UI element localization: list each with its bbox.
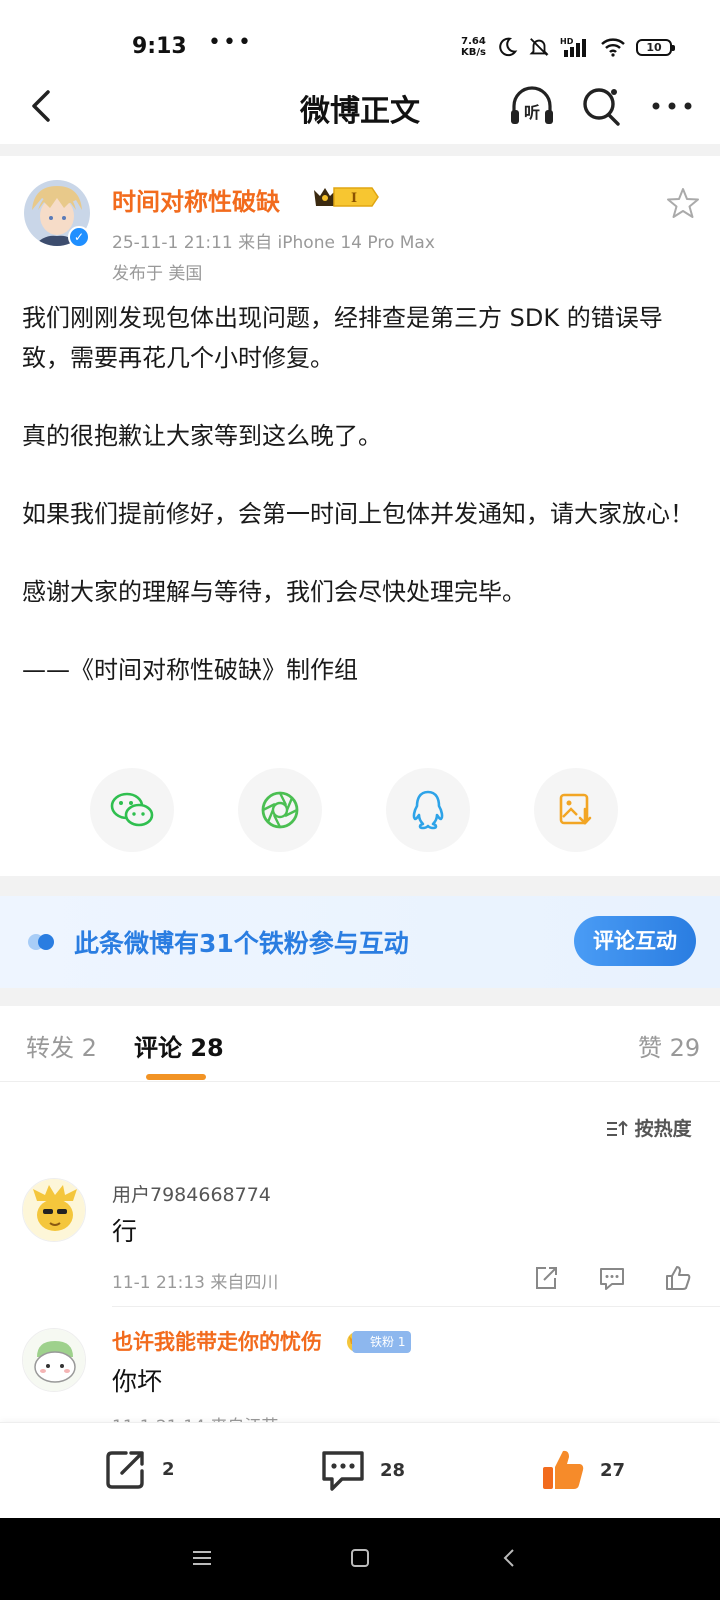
post-paragraph: 如果我们提前修好，会第一时间上包体并发通知，请大家放心！: [22, 500, 694, 528]
fans-banner-text: 此条微博有31个铁粉参与互动: [74, 929, 409, 958]
like-button[interactable]: 27: [540, 1447, 625, 1493]
section-divider: [0, 144, 720, 156]
share-moments-button[interactable]: [238, 768, 322, 852]
top-nav-bar: 微博正文 听: [0, 66, 720, 144]
tab-repost[interactable]: 转发 2: [26, 1028, 97, 1063]
verified-badge-icon: ✓: [68, 226, 90, 248]
section-divider: [0, 988, 720, 1006]
commenter-avatar-image: [23, 1329, 85, 1391]
headphones-icon: 听: [511, 86, 553, 124]
sort-label: 按热度: [634, 1118, 692, 1140]
bell-muted-icon: [529, 38, 549, 56]
save-image-button[interactable]: [534, 768, 618, 852]
commenter-avatar-image: [23, 1179, 85, 1241]
post-paragraph: 真的很抱歉让大家等到这么晚了。: [22, 422, 382, 450]
tab-comment[interactable]: 评论 28: [134, 1028, 224, 1063]
post-paragraph: 我们刚刚发现包体出现问题，经排查是第三方 SDK 的错误导致，需要再花几个小时修…: [22, 304, 663, 372]
post-tabs: 转发 2 评论 28 赞 29: [0, 1006, 720, 1082]
sort-by-hot-button[interactable]: 按热度: [606, 1114, 692, 1141]
tab-like[interactable]: 赞 29: [638, 1028, 700, 1063]
author-name[interactable]: 时间对称性破缺: [112, 182, 280, 217]
save-image-icon: [559, 793, 592, 825]
post-paragraph: ——《时间对称性破缺》制作组: [22, 656, 358, 684]
signal-icon: HD: [560, 37, 586, 57]
fan-level-badge: 铁粉 1: [352, 1331, 412, 1353]
post-meta: 25-11-1 21:11 来自 iPhone 14 Pro Max: [112, 233, 435, 253]
repost-button[interactable]: 2: [104, 1447, 175, 1491]
comment-bubble-icon: [322, 1451, 364, 1491]
network-speed: 7.64 KB/s: [461, 36, 486, 58]
fans-bubble-icon: [28, 934, 54, 950]
post-location: 发布于 美国: [112, 264, 203, 284]
back-triangle-icon[interactable]: [498, 1546, 522, 1570]
repost-count: 2: [162, 1458, 175, 1480]
share-wechat-button[interactable]: [90, 768, 174, 852]
thumbs-up-icon: [543, 1450, 584, 1489]
status-icons: 7.64 KB/s HD 10: [461, 36, 675, 58]
commenter-name[interactable]: 用户7984668774: [112, 1180, 271, 1207]
network-speed-value: 7.64: [461, 36, 486, 47]
share-qq-button[interactable]: [386, 768, 470, 852]
comment-text: 行: [112, 1217, 138, 1246]
comment-button[interactable]: 28: [320, 1447, 405, 1493]
favorite-star-icon[interactable]: [666, 186, 700, 220]
status-more-dots: •••: [208, 30, 253, 55]
home-square-icon[interactable]: [348, 1546, 372, 1570]
like-count: 27: [600, 1459, 626, 1481]
comment-reply-icon[interactable]: [598, 1264, 626, 1292]
comment-meta: 11-1 21:13 来自四川: [112, 1273, 279, 1293]
crown-level-badge-icon: I: [314, 187, 379, 207]
post-paragraph: 感谢大家的理解与等待，我们会尽快处理完毕。: [22, 578, 526, 606]
comment-actions: [532, 1264, 692, 1292]
comment-interact-button[interactable]: 评论互动: [574, 916, 696, 966]
post-body: 我们刚刚发现包体出现问题，经排查是第三方 SDK 的错误导致，需要再花几个小时修…: [22, 298, 702, 690]
status-time: 9:13: [132, 34, 187, 59]
network-speed-unit: KB/s: [461, 47, 486, 58]
qq-penguin-icon: [412, 790, 444, 830]
moon-icon: [499, 37, 518, 57]
menu-icon[interactable]: [190, 1546, 214, 1570]
listen-label: 听: [524, 103, 540, 122]
commenter-name[interactable]: 也许我能带走你的忧伤: [112, 1326, 322, 1356]
fans-interaction-banner[interactable]: 此条微博有31个铁粉参与互动 评论互动: [0, 896, 720, 988]
svg-text:I: I: [351, 191, 357, 206]
more-options-icon[interactable]: [650, 86, 694, 126]
section-divider: [0, 876, 720, 896]
comment-count: 28: [380, 1459, 406, 1481]
listen-button[interactable]: 听: [508, 84, 556, 128]
active-tab-indicator: [146, 1074, 206, 1080]
sort-icon: [607, 1120, 628, 1136]
commenter-avatar[interactable]: [22, 1328, 86, 1392]
wechat-icon: [110, 792, 154, 827]
moments-aperture-icon: [261, 791, 299, 829]
search-icon[interactable]: [580, 84, 624, 128]
wifi-icon: [601, 38, 625, 57]
comment-like-icon[interactable]: [664, 1264, 692, 1292]
comment-text: 你坏: [112, 1367, 163, 1396]
system-navigation-bar: [0, 1518, 720, 1600]
comment-share-icon[interactable]: [532, 1264, 560, 1292]
comment-separator: [112, 1306, 720, 1307]
commenter-avatar[interactable]: [22, 1178, 86, 1242]
bottom-action-bar: 2 28 27: [0, 1422, 720, 1518]
repost-icon: [106, 1451, 144, 1489]
svg-text:HD: HD: [560, 37, 574, 46]
battery-indicator: 10: [636, 38, 675, 56]
